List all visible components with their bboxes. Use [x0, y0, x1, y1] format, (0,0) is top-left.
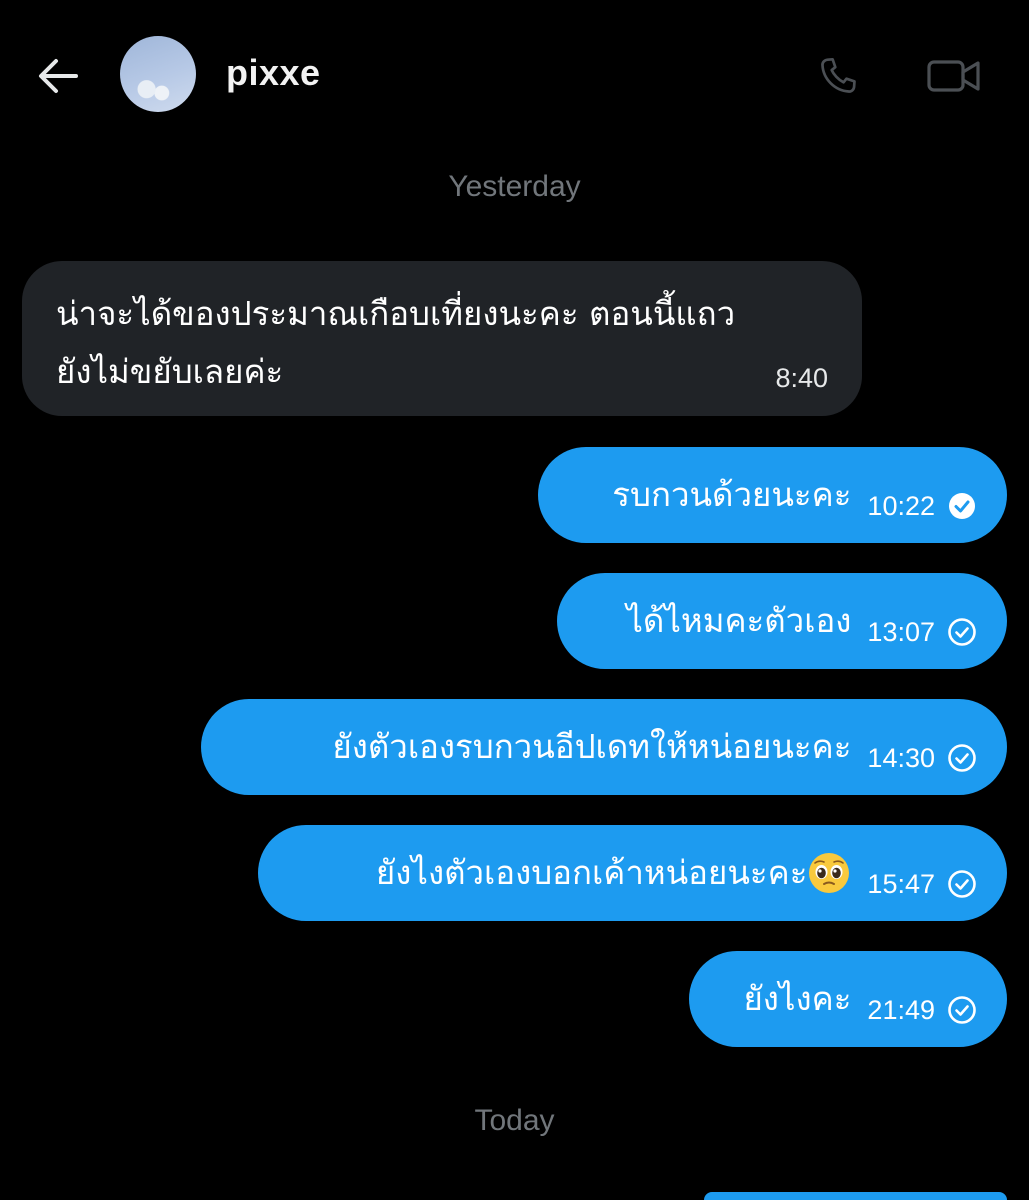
back-button[interactable] — [30, 48, 86, 104]
date-separator-yesterday: Yesterday — [448, 170, 581, 203]
video-camera-icon — [927, 60, 980, 92]
message-text: น่าจะได้ของประมาณเกือบเที่ยงนะคะ ตอนนี้แ… — [56, 285, 846, 401]
message-text: รบกวนด้วยนะคะ — [612, 475, 852, 514]
sent-check-icon — [948, 618, 976, 646]
voice-call-button[interactable] — [812, 50, 864, 102]
read-check-icon — [949, 493, 975, 519]
message-time: 10:22 — [867, 490, 935, 521]
message-text: ยังตัวเองรบกวนอีปเดทให้หน่อยนะคะ — [332, 727, 852, 766]
message-time: 14:30 — [867, 742, 935, 773]
conversation-header: pixxe — [0, 0, 1029, 150]
message-bubble-outgoing[interactable]: รบกวนด้วยนะคะ 10:22 — [538, 447, 1007, 543]
message-time: 15:47 — [867, 868, 935, 899]
message-bubble-outgoing[interactable]: ยังไงคะ 21:49 — [689, 951, 1007, 1047]
message-time: 13:07 — [867, 616, 935, 647]
sent-check-icon — [948, 996, 976, 1024]
pleading-face-emoji-icon — [809, 853, 850, 893]
message-text: ยังไงคะ — [743, 979, 852, 1018]
arrow-left-icon — [39, 59, 78, 93]
date-separator-today: Today — [474, 1104, 555, 1137]
message-bubble-outgoing[interactable]: ยังตัวเองรบกวนอีปเดทให้หน่อยนะคะ 14:30 — [201, 699, 1007, 795]
message-bubble-outgoing-partial[interactable] — [704, 1192, 1007, 1200]
message-bubble-outgoing[interactable]: ได้ไหมคะตัวเอง 13:07 — [557, 573, 1007, 669]
video-call-button[interactable] — [924, 50, 984, 102]
message-time: 21:49 — [867, 994, 935, 1025]
phone-icon — [821, 57, 856, 93]
contact-name[interactable]: pixxe — [226, 52, 321, 94]
message-text: ได้ไหมคะตัวเอง — [626, 601, 852, 640]
message-text-line: ยังไม่ขยับเลยค่ะ — [56, 352, 284, 391]
message-time: 8:40 — [775, 363, 828, 393]
message-bubble-outgoing[interactable]: ยังไงตัวเองบอกเค้าหน่อยนะคะ 15:47 — [258, 825, 1007, 921]
message-bubble-incoming[interactable]: น่าจะได้ของประมาณเกือบเที่ยงนะคะ ตอนนี้แ… — [22, 261, 862, 416]
sent-check-icon — [948, 744, 976, 772]
message-text-line: น่าจะได้ของประมาณเกือบเที่ยงนะคะ ตอนนี้แ… — [56, 294, 736, 333]
sent-check-icon — [948, 870, 976, 898]
avatar[interactable] — [120, 36, 196, 112]
message-text: ยังไงตัวเองบอกเค้าหน่อยนะคะ — [375, 853, 808, 892]
